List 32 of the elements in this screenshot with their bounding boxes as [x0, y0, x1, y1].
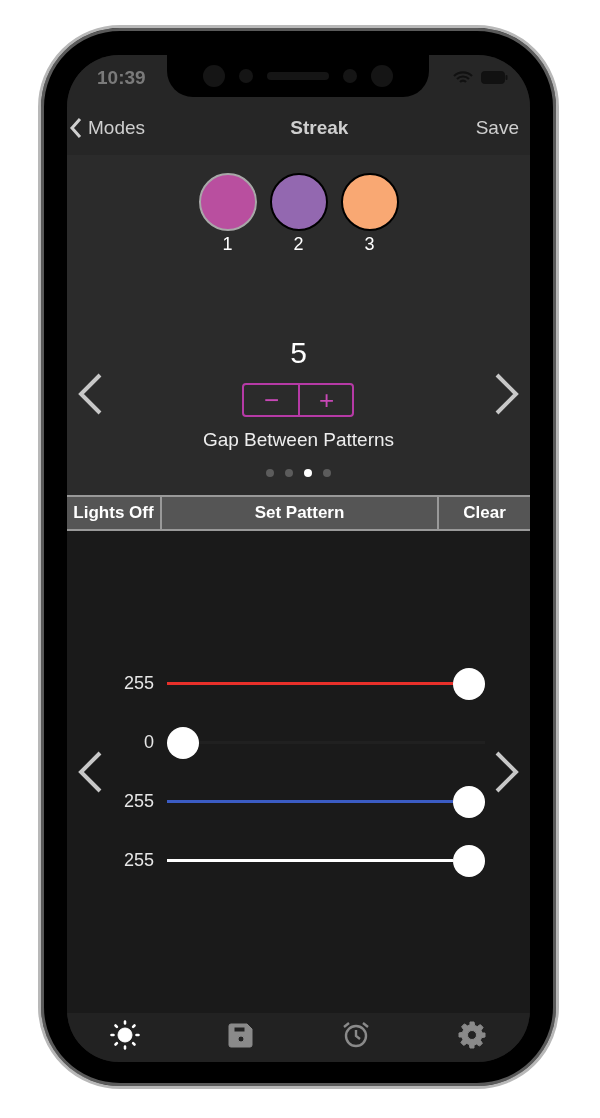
slider-thumb[interactable]: [453, 667, 485, 700]
next-chevron-icon[interactable]: [494, 372, 520, 415]
color-swatch[interactable]: [198, 173, 257, 231]
slider-thumb[interactable]: [453, 844, 485, 877]
save-link[interactable]: Save: [475, 116, 519, 139]
back-chevron-icon[interactable]: [69, 116, 82, 139]
slider-value: 255: [122, 673, 154, 694]
page-dot[interactable]: [323, 469, 331, 477]
next-chevron-icon[interactable]: [494, 751, 520, 793]
back-link[interactable]: Modes: [69, 116, 146, 139]
gear-icon[interactable]: [457, 1020, 488, 1050]
previous-chevron-icon[interactable]: [77, 751, 103, 793]
action-button[interactable]: Clear: [439, 497, 530, 529]
setting-value: 5: [290, 335, 307, 371]
swatch-number: 2: [293, 233, 304, 255]
slider-value: 255: [122, 850, 154, 871]
setting-label: Gap Between Patterns: [202, 428, 395, 452]
sun-icon[interactable]: [109, 1020, 140, 1050]
page-dot[interactable]: [285, 469, 293, 477]
action-button[interactable]: Lights Off: [67, 497, 160, 529]
swatch-number: 1: [222, 233, 233, 255]
slider-value: 0: [143, 732, 154, 753]
slider-value: 255: [122, 791, 154, 812]
page-dot[interactable]: [266, 469, 274, 477]
slider-thumb[interactable]: [453, 785, 485, 818]
screen-title: Streak: [290, 116, 349, 139]
slider-thumb[interactable]: [167, 726, 199, 759]
page-dot[interactable]: [304, 469, 312, 477]
previous-chevron-icon[interactable]: [77, 372, 103, 415]
action-button[interactable]: Set Pattern: [162, 497, 437, 529]
status-time: 10:39: [97, 66, 146, 89]
swatch-number: 3: [364, 233, 375, 255]
